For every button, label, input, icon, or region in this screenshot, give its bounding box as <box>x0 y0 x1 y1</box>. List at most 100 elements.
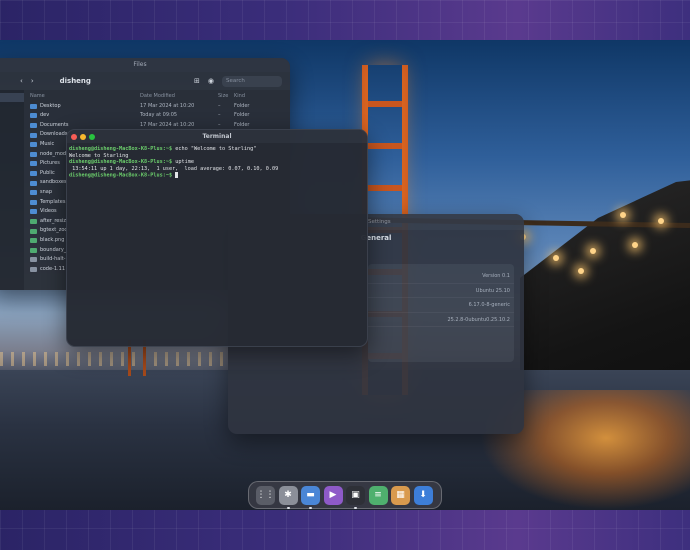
folder-icon <box>30 190 37 196</box>
back-icon[interactable]: ‹ <box>20 77 23 85</box>
file-kind-cell: Folder <box>234 102 250 109</box>
dock-item-settings[interactable]: ✱ <box>278 485 298 509</box>
minimize-button[interactable] <box>80 133 86 140</box>
kernel-value: 6.17.0-8-generic <box>368 298 514 313</box>
dock-item-files[interactable]: ▬ <box>301 485 320 509</box>
wallpaper-light <box>553 255 559 261</box>
dock-item-calculator[interactable]: ▦ <box>391 485 410 505</box>
file-name: Public <box>40 169 55 176</box>
column-header-kind[interactable]: Kind <box>234 92 274 102</box>
file-name: black.png <box>40 236 65 243</box>
file-name: snap <box>40 188 53 195</box>
dock-item-text-editor[interactable]: ≡ <box>368 485 388 505</box>
terminal-text: 13:54:11 up 1 day, 22:13, 1 user, load a… <box>69 165 279 172</box>
folder-icon <box>30 151 37 157</box>
dock-item-software-updater[interactable]: ⬇ <box>413 485 433 505</box>
file-name: Templates <box>40 198 66 205</box>
file-kind-cell: Folder <box>234 112 250 119</box>
image-file-icon <box>30 238 37 244</box>
calculator-icon: ▦ <box>396 490 405 500</box>
sidebar-item-selected[interactable] <box>0 93 24 102</box>
files-toolbar: ‹ › disheng ⊞ ◉ Search <box>0 72 290 90</box>
dock-item-terminal[interactable]: ▣ <box>346 485 365 509</box>
file-name: boundary_ <box>40 246 67 253</box>
folder-icon <box>30 161 37 167</box>
files-sidebar <box>0 90 24 290</box>
file-name: code-1.11 <box>40 265 65 272</box>
running-indicator <box>286 506 290 509</box>
terminal-title: Terminal <box>202 133 232 140</box>
file-row[interactable]: Desktop 17 Mar 2024 at 10:20 – Folder <box>30 102 284 112</box>
terminal-text: echo "Welcome to Starling" <box>172 146 257 152</box>
file-name-cell: dev <box>30 111 140 121</box>
text-editor-icon: ≡ <box>374 490 382 500</box>
file-size-cell: – <box>218 102 221 109</box>
close-button[interactable] <box>71 133 77 140</box>
file-row[interactable]: dev Today at 09:05 – Folder <box>30 111 284 121</box>
terminal-text: Welcome to Starling <box>69 152 129 159</box>
file-name-cell: Desktop <box>30 102 140 112</box>
file-name: Desktop <box>40 102 61 109</box>
os-name-value: Ubuntu 25.10 <box>368 284 514 298</box>
terminal-text: uptime <box>172 159 194 165</box>
image-file-icon <box>30 219 37 225</box>
search-input[interactable]: Search <box>222 75 282 87</box>
terminal-output[interactable]: disheng@disheng-MacBox-K8-Plus:~$ echo "… <box>67 143 367 182</box>
shell-prompt: disheng@disheng-MacBox-K8-Plus:~$ <box>69 159 173 165</box>
terminal-titlebar[interactable]: Terminal <box>67 130 367 143</box>
about-info-panel: Version 0.1 Ubuntu 25.10 6.17.0-8-generi… <box>368 264 514 362</box>
file-name: Pictures <box>40 160 60 167</box>
file-name: Documents <box>40 121 69 128</box>
file-name: Downloads <box>40 131 68 138</box>
column-header-size[interactable]: Size <box>218 92 234 102</box>
image-file-icon <box>30 247 37 253</box>
os-version-value: Version 0.1 <box>368 269 514 284</box>
dock: ⋮⋮ ✱ ▬ ▶ ▣ ≡ ▦ ⬇ <box>248 481 442 509</box>
wallpaper-city-lights <box>0 352 230 366</box>
file-name: bgtext_zoo <box>40 227 68 234</box>
folder-icon <box>30 199 37 205</box>
wallpaper-light <box>632 242 638 248</box>
breadcrumb[interactable]: disheng <box>60 77 186 85</box>
column-header-date[interactable]: Date Modified <box>140 92 218 102</box>
file-name: dev <box>40 112 50 119</box>
dock-item-media-player[interactable]: ▶ <box>323 485 343 505</box>
shell-prompt: disheng@disheng-MacBox-K8-Plus:~$ <box>69 146 173 152</box>
file-name: Videos <box>40 208 57 215</box>
folder-icon <box>30 123 37 129</box>
image-file-icon <box>30 228 37 234</box>
wallpaper-light <box>590 248 596 254</box>
wallpaper-light <box>658 218 664 224</box>
files-list-header: Name Date Modified Size Kind <box>30 92 284 102</box>
software-updater-icon: ⬇ <box>419 490 427 500</box>
dock-item-app-grid[interactable]: ⋮⋮ <box>256 485 275 505</box>
files-icon: ▬ <box>306 490 315 500</box>
new-folder-icon[interactable]: ⊞ <box>194 77 200 85</box>
document-icon <box>30 257 37 263</box>
window-controls <box>71 133 95 140</box>
text-cursor <box>175 172 179 178</box>
media-player-icon: ▶ <box>329 490 337 500</box>
file-name: node_mod <box>40 150 67 157</box>
running-indicator <box>354 506 357 509</box>
folder-icon <box>30 132 37 138</box>
terminal-window[interactable]: Terminal disheng@disheng-MacBox-K8-Plus:… <box>66 129 368 347</box>
column-header-name[interactable]: Name <box>30 92 140 102</box>
graphics-value: 25.2.8-0ubuntu0.25.10.2 <box>368 313 514 327</box>
terminal-line: disheng@disheng-MacBox-K8-Plus:~$ <box>69 172 365 179</box>
file-name: Music <box>40 140 55 147</box>
folder-icon <box>30 171 37 177</box>
wallpaper-light <box>578 268 584 274</box>
forward-icon[interactable]: › <box>31 77 34 85</box>
settings-icon: ✱ <box>284 490 292 500</box>
files-titlebar[interactable]: Files <box>0 58 290 72</box>
view-toggle-icon[interactable]: ◉ <box>208 77 214 85</box>
document-icon <box>30 266 37 272</box>
shell-prompt: disheng@disheng-MacBox-K8-Plus:~$ <box>69 172 173 179</box>
folder-icon <box>30 142 37 148</box>
folder-icon <box>30 103 37 109</box>
maximize-button[interactable] <box>89 133 95 140</box>
file-date-cell: 17 Mar 2024 at 10:20 <box>140 102 195 109</box>
file-name: build-halt- <box>40 256 66 263</box>
file-name: sandboxes <box>40 179 67 186</box>
